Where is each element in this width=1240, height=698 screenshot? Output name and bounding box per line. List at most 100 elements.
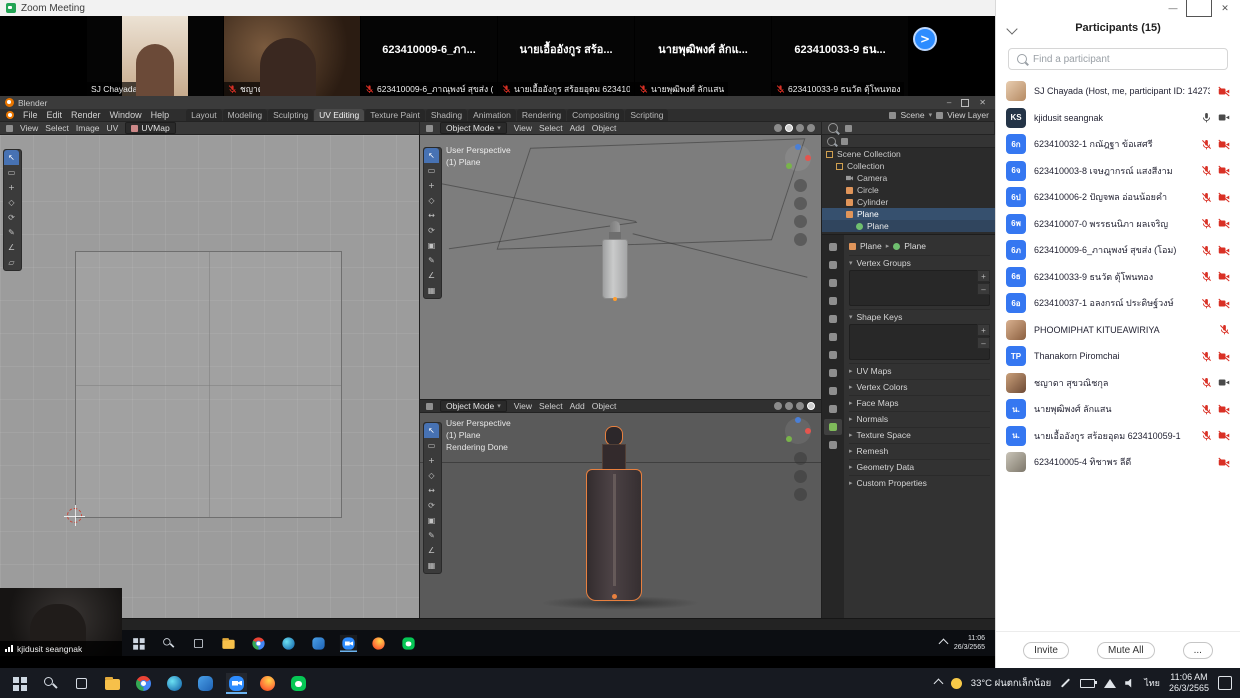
- particles-properties-tab[interactable]: [824, 365, 842, 381]
- mode-selector[interactable]: Object Mode▾: [440, 122, 507, 134]
- workspace-tab[interactable]: Layout: [186, 109, 222, 121]
- workspace-tab[interactable]: Shading: [426, 109, 467, 121]
- properties-section[interactable]: ▸ Face Maps + –: [849, 395, 990, 409]
- search-participant-input[interactable]: Find a participant: [1008, 48, 1228, 70]
- zoom-icon[interactable]: [340, 634, 357, 651]
- participant-row[interactable]: น. นายเอื้ออังกูร สร้อยอุดม 623410059-1: [996, 423, 1240, 450]
- workspace-tab[interactable]: Modeling: [223, 109, 268, 121]
- viewport-tool-button[interactable]: ∠: [424, 268, 439, 283]
- viewport-tool-button[interactable]: ◇: [424, 468, 439, 483]
- section-caret-icon[interactable]: ▸: [849, 447, 853, 455]
- workspace-tab[interactable]: Animation: [468, 109, 516, 121]
- participant-row[interactable]: PHOOMIPHAT KITUEAWIRIYA: [996, 317, 1240, 344]
- outliner-row[interactable]: Circle: [822, 184, 995, 196]
- viewport-menu-item[interactable]: View: [514, 401, 532, 411]
- search-icon[interactable]: [827, 137, 836, 146]
- start-button[interactable]: [130, 634, 147, 651]
- solid-shading-button[interactable]: [785, 124, 793, 132]
- video-tile[interactable]: นายเอื้ออังกูร สร้อ... นายเอื้ออังกูร สร…: [498, 16, 635, 96]
- constraints-properties-tab[interactable]: [824, 401, 842, 417]
- participant-row[interactable]: ชญาดา สุขวณิชกุล: [996, 370, 1240, 397]
- blender-menu-item[interactable]: Help: [151, 110, 170, 120]
- outliner-search-icon[interactable]: [828, 123, 838, 133]
- uv-tool-button[interactable]: ▭: [4, 165, 19, 180]
- video-tile[interactable]: 623410009-6_ภา... 623410009-6_ภาณุพงษ์ ส…: [361, 16, 498, 96]
- properties-section[interactable]: ▸ Remesh + –: [849, 443, 990, 457]
- line-icon[interactable]: [288, 673, 309, 694]
- uv-tool-button[interactable]: ◇: [4, 195, 19, 210]
- participant-row[interactable]: 623410005-4 ทิชาพร ลีดี: [996, 449, 1240, 476]
- section-caret-icon[interactable]: ▸: [849, 463, 853, 471]
- object-data-properties-tab[interactable]: [824, 419, 842, 435]
- viewport-menu-item[interactable]: View: [514, 123, 532, 133]
- material-shading-button[interactable]: [796, 124, 804, 132]
- volume-icon[interactable]: [1125, 679, 1135, 688]
- workspace-tab[interactable]: Scripting: [625, 109, 668, 121]
- chrome-icon[interactable]: [250, 634, 267, 651]
- filter-icon[interactable]: [841, 138, 848, 145]
- viewport-tool-button[interactable]: ∠: [424, 543, 439, 558]
- editor-type-icon[interactable]: [6, 125, 13, 132]
- participant-row[interactable]: KS kjidusit seangnak: [996, 105, 1240, 132]
- camera-view-icon[interactable]: [794, 215, 807, 228]
- properties-section[interactable]: ▸ Vertex Colors + –: [849, 379, 990, 393]
- view-layer-selector[interactable]: View Layer: [947, 110, 989, 120]
- workspace-tab[interactable]: Compositing: [567, 109, 624, 121]
- tray-chevron-icon[interactable]: [933, 678, 943, 688]
- edge-icon[interactable]: [280, 634, 297, 651]
- viewport-menu-item[interactable]: Select: [539, 401, 563, 411]
- tray-chevron-icon[interactable]: [938, 638, 948, 648]
- viewport-tool-button[interactable]: ⟳: [424, 498, 439, 513]
- viewport-3d-top[interactable]: ↖▭+◇↔⟳▣✎∠▦ User Perspective (1) Plane: [420, 135, 822, 400]
- uv-tool-button[interactable]: ▱: [4, 255, 19, 270]
- self-video-overlay[interactable]: kjidusit seangnak: [0, 588, 122, 656]
- invite-button[interactable]: Invite: [1023, 642, 1069, 659]
- task-view-button[interactable]: [71, 673, 92, 694]
- properties-section[interactable]: ▾ Vertex Groups + –: [849, 255, 990, 306]
- editor-type-icon[interactable]: [426, 125, 433, 132]
- pen-icon[interactable]: [1061, 678, 1070, 687]
- viewport-menu-item[interactable]: Object: [592, 123, 617, 133]
- participant-row[interactable]: 6อ 623410037-1 อลงกรณ์ ประดิษฐ์วงษ์: [996, 290, 1240, 317]
- viewport-tool-button[interactable]: ▭: [424, 163, 439, 178]
- blender-menu-logo-icon[interactable]: [6, 111, 14, 119]
- uv-tool-button[interactable]: +: [4, 180, 19, 195]
- toggle-persp-icon[interactable]: [794, 233, 807, 246]
- video-tile[interactable]: 623410033-9 ธน... 623410033-9 ธนวัต ตุ้โ…: [772, 16, 909, 96]
- viewport-tool-button[interactable]: ↖: [424, 148, 439, 163]
- uv-tool-button[interactable]: ↖: [4, 150, 19, 165]
- mode-selector[interactable]: Object Mode▾: [440, 400, 507, 412]
- add-item-button[interactable]: +: [977, 324, 990, 336]
- firefox-icon[interactable]: [257, 673, 278, 694]
- section-caret-icon[interactable]: ▸: [849, 415, 853, 423]
- workspace-tab[interactable]: Rendering: [517, 109, 566, 121]
- section-caret-icon[interactable]: ▸: [849, 383, 853, 391]
- language-indicator[interactable]: ไทย: [1144, 676, 1160, 690]
- viewport-tool-button[interactable]: ▣: [424, 513, 439, 528]
- section-list-box[interactable]: + –: [849, 270, 990, 306]
- participant-row[interactable]: 6ภ 623410009-6_ภาณุพงษ์ สุขส่ง (โอม): [996, 237, 1240, 264]
- blender-menu-item[interactable]: Edit: [47, 110, 63, 120]
- remove-item-button[interactable]: –: [977, 337, 990, 349]
- zoom-view-icon[interactable]: [794, 452, 807, 465]
- firefox-icon[interactable]: [370, 634, 387, 651]
- camera-view-icon[interactable]: [794, 488, 807, 501]
- viewport-tool-button[interactable]: ▦: [424, 283, 439, 298]
- start-button[interactable]: [9, 673, 30, 694]
- uv-editor-viewport[interactable]: ↖▭+◇⟳✎∠▱: [0, 135, 420, 618]
- section-caret-icon[interactable]: ▸: [849, 367, 853, 375]
- properties-section[interactable]: ▾ Shape Keys + –: [849, 309, 990, 360]
- line-icon[interactable]: [400, 634, 417, 651]
- blender-menu-item[interactable]: Render: [71, 110, 101, 120]
- viewport-tool-button[interactable]: ▣: [424, 238, 439, 253]
- solid-shading-button[interactable]: [785, 402, 793, 410]
- battery-icon[interactable]: [1080, 679, 1095, 688]
- modifier-properties-tab[interactable]: [824, 347, 842, 363]
- rendered-shading-button[interactable]: [807, 124, 815, 132]
- file-explorer-icon[interactable]: [220, 634, 237, 651]
- uv-menu-item[interactable]: View: [20, 123, 38, 133]
- properties-section[interactable]: ▸ Geometry Data + –: [849, 459, 990, 473]
- outliner-row[interactable]: Plane: [822, 208, 995, 220]
- minimize-button[interactable]: —: [1160, 0, 1186, 16]
- outliner-row[interactable]: Cylinder: [822, 196, 995, 208]
